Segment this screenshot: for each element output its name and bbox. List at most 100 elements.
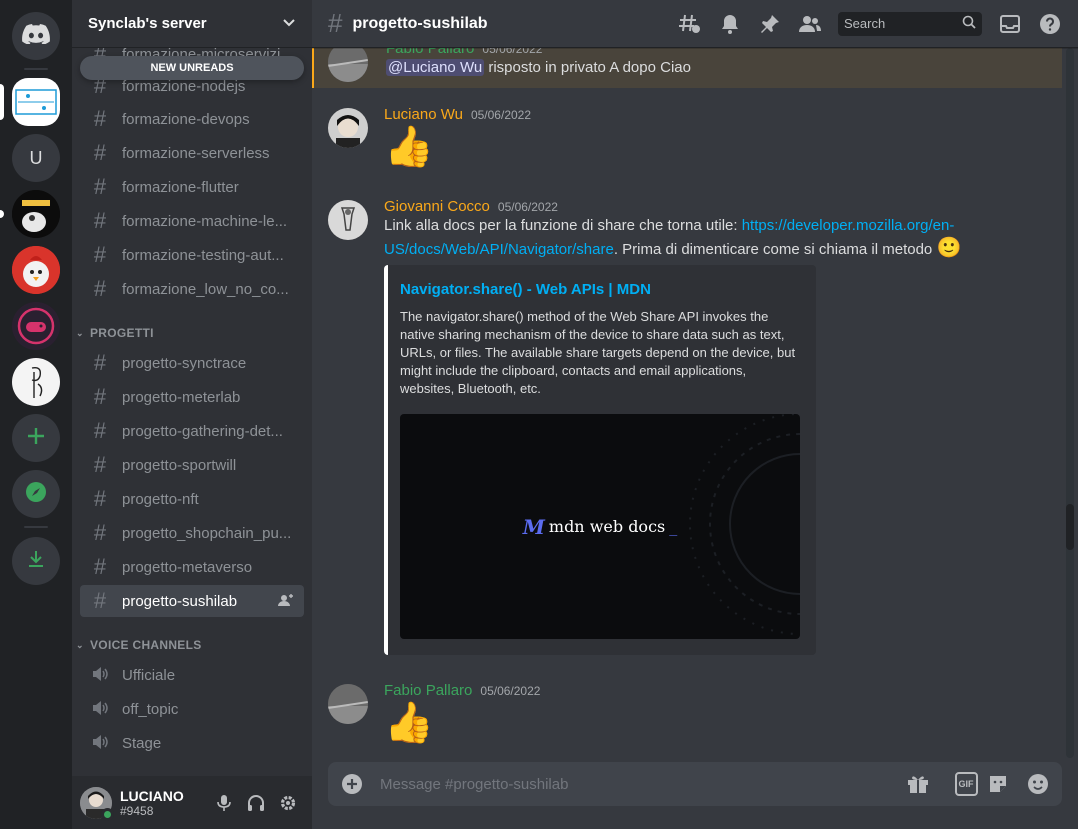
explore-servers-button[interactable] bbox=[12, 470, 60, 518]
synclab-logo-icon bbox=[15, 89, 57, 115]
message-composer: Message #progetto-sushilab GIF bbox=[328, 762, 1062, 806]
search-input[interactable]: Search bbox=[838, 11, 982, 36]
help-icon[interactable] bbox=[1038, 12, 1062, 36]
text-channel-icon: # bbox=[93, 486, 107, 511]
text-channel-icon: # bbox=[93, 276, 107, 301]
channel-item[interactable]: # formazione-flutter bbox=[80, 171, 304, 203]
sticker-icon[interactable] bbox=[986, 772, 1010, 796]
message-text: . Prima di dimenticare come si chiama il… bbox=[613, 241, 937, 258]
voice-channel-item[interactable]: Stage bbox=[80, 727, 304, 759]
channel-item[interactable]: # progetto-gathering-det... bbox=[80, 415, 304, 447]
channel-item[interactable]: # formazione_low_no_co... bbox=[80, 273, 304, 305]
message[interactable]: Luciano Wu 05/06/2022 👍 bbox=[312, 106, 1062, 171]
channel-label: formazione-nodejs bbox=[122, 77, 246, 95]
channel-item[interactable]: # formazione-machine-le... bbox=[80, 205, 304, 237]
composer-toolbar: GIF bbox=[890, 772, 1050, 796]
avatar[interactable] bbox=[328, 48, 368, 82]
channel-item[interactable]: # progetto-sportwill bbox=[80, 449, 304, 481]
emoji-picker-icon[interactable] bbox=[1026, 772, 1050, 796]
add-server-button[interactable] bbox=[12, 414, 60, 462]
notification-bell-icon[interactable] bbox=[718, 12, 742, 36]
channel-item[interactable]: # progetto-metaverso bbox=[80, 551, 304, 583]
server-dream-team[interactable] bbox=[12, 190, 60, 238]
chicken-icon bbox=[12, 246, 60, 294]
channel-item[interactable]: # formazione-devops bbox=[80, 103, 304, 135]
channel-item[interactable]: # progetto-nft bbox=[80, 483, 304, 515]
channel-sidebar: Synclab's server NEW UNREADS # formazione… bbox=[72, 0, 312, 829]
gift-icon[interactable] bbox=[906, 772, 930, 796]
inbox-icon[interactable] bbox=[998, 12, 1022, 36]
threads-icon[interactable] bbox=[678, 12, 702, 36]
avatar[interactable] bbox=[328, 684, 368, 724]
message-list: Fabio Pallaro 05/06/2022 @Luciano Wu ris… bbox=[312, 48, 1070, 758]
message-author[interactable]: Giovanni Cocco bbox=[384, 198, 490, 215]
message-author[interactable]: Fabio Pallaro bbox=[386, 48, 474, 57]
message-author[interactable]: Luciano Wu bbox=[384, 106, 463, 123]
channel-item-active[interactable]: # progetto-sushilab bbox=[80, 585, 304, 617]
gear-icon[interactable] bbox=[272, 787, 304, 819]
new-unreads-bar[interactable]: NEW UNREADS bbox=[80, 56, 304, 80]
text-channel-icon: # bbox=[93, 350, 107, 375]
server-name: Synclab's server bbox=[88, 15, 207, 32]
headphones-icon[interactable] bbox=[240, 787, 272, 819]
channel-item[interactable]: # progetto-meterlab bbox=[80, 381, 304, 413]
category-progetti[interactable]: ⌄ PROGETTI bbox=[76, 323, 154, 343]
category-label: VOICE CHANNELS bbox=[90, 638, 202, 652]
server-chicken[interactable] bbox=[12, 246, 60, 294]
channel-label: formazione-devops bbox=[122, 110, 250, 128]
message[interactable]: Fabio Pallaro 05/06/2022 👍 bbox=[312, 682, 1062, 747]
message[interactable]: Giovanni Cocco 05/06/2022 Link alla docs… bbox=[312, 198, 1062, 655]
pin-icon[interactable] bbox=[758, 12, 782, 36]
message[interactable]: Fabio Pallaro 05/06/2022 @Luciano Wu ris… bbox=[312, 48, 1062, 88]
voice-channel-item[interactable]: Ufficiale bbox=[80, 659, 304, 691]
user-mention[interactable]: @Luciano Wu bbox=[386, 59, 485, 76]
server-gamepad[interactable] bbox=[12, 302, 60, 350]
channel-title: progetto-sushilab bbox=[352, 14, 488, 32]
user-avatar-wrap[interactable] bbox=[80, 786, 114, 821]
gif-button[interactable]: GIF bbox=[946, 772, 978, 796]
microphone-icon[interactable] bbox=[208, 787, 240, 819]
text-channel-icon: # bbox=[93, 418, 107, 443]
text-channel-icon: # bbox=[328, 8, 343, 38]
channel-item[interactable]: # progetto_shopchain_pu... bbox=[80, 517, 304, 549]
message-scrollbar[interactable] bbox=[1066, 48, 1074, 758]
channel-item[interactable]: # progetto-synctrace bbox=[80, 347, 304, 379]
channel-label: formazione-testing-aut... bbox=[122, 246, 284, 264]
server-rail: U bbox=[0, 0, 72, 829]
channel-item[interactable]: # formazione-testing-aut... bbox=[80, 239, 304, 271]
channel-list: NEW UNREADS #formazione-microservizi #fo… bbox=[72, 48, 312, 776]
channel-label: formazione-serverless bbox=[122, 144, 270, 162]
upload-plus-icon[interactable] bbox=[340, 772, 364, 796]
server-sketch[interactable] bbox=[12, 358, 60, 406]
link-embed: Navigator.share() - Web APIs | MDN The n… bbox=[384, 265, 816, 655]
message-input[interactable]: Message #progetto-sushilab bbox=[380, 776, 890, 793]
download-apps-button[interactable] bbox=[12, 537, 60, 585]
channel-label: off_topic bbox=[122, 700, 179, 718]
text-channel-icon: # bbox=[93, 106, 107, 131]
gamepad-icon bbox=[12, 302, 60, 350]
embed-title[interactable]: Navigator.share() - Web APIs | MDN bbox=[400, 281, 800, 298]
embed-image[interactable]: Mmdn web docs _ bbox=[400, 414, 800, 639]
text-channel-icon: # bbox=[93, 588, 107, 613]
channel-label: progetto-meterlab bbox=[122, 388, 241, 406]
avatar[interactable] bbox=[328, 108, 368, 148]
message-body: Link alla docs per la funzione di share … bbox=[384, 215, 984, 261]
message-author[interactable]: Fabio Pallaro bbox=[384, 682, 472, 699]
speaker-icon bbox=[88, 666, 112, 684]
server-synclab[interactable] bbox=[12, 78, 60, 126]
user-info[interactable]: LUCIANO #9458 bbox=[120, 788, 208, 818]
avatar[interactable] bbox=[328, 200, 368, 240]
member-list-icon[interactable] bbox=[798, 12, 822, 36]
home-button[interactable] bbox=[12, 12, 60, 60]
server-u[interactable]: U bbox=[12, 134, 60, 182]
channel-item[interactable]: # formazione-serverless bbox=[80, 137, 304, 169]
chat-area: # progetto-sushilab Search Fabio Pallaro… bbox=[312, 0, 1078, 829]
category-voice-channels[interactable]: ⌄ VOICE CHANNELS bbox=[76, 635, 202, 655]
channel-label: formazione_low_no_co... bbox=[122, 280, 289, 298]
thumbs-up-emoji: 👍 bbox=[384, 701, 434, 745]
scrollbar-thumb[interactable] bbox=[1066, 504, 1074, 550]
voice-channel-item[interactable]: off_topic bbox=[80, 693, 304, 725]
create-invite-icon[interactable] bbox=[278, 593, 294, 610]
dream-team-icon bbox=[12, 190, 60, 238]
server-header[interactable]: Synclab's server bbox=[72, 0, 312, 48]
